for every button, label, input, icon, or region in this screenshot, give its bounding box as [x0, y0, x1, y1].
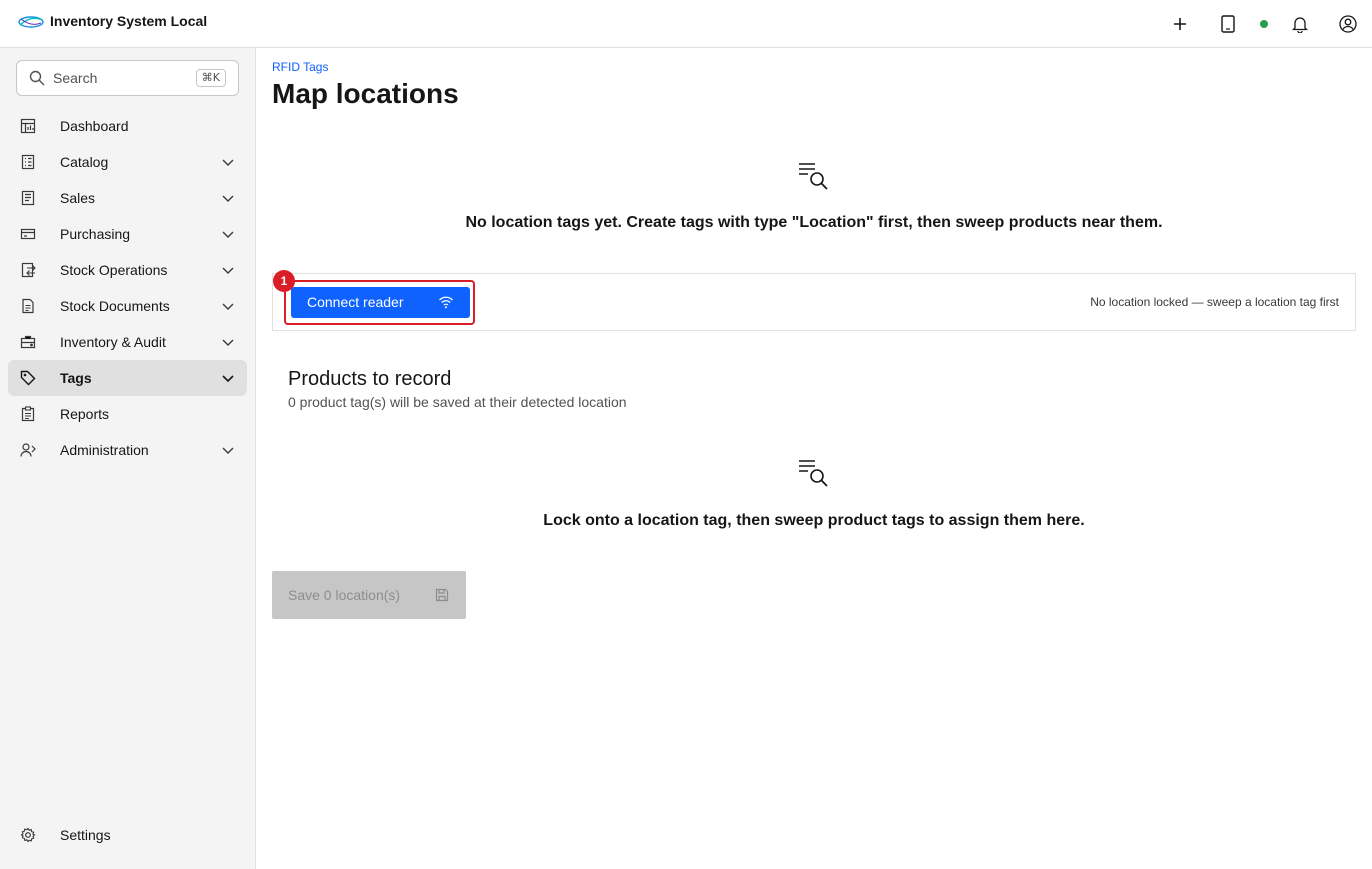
step-badge: 1 [273, 270, 295, 292]
reader-bar: Connect reader 1 No location locked — sw… [272, 270, 1356, 331]
sidebar-item-label: Stock Operations [60, 262, 168, 278]
sidebar-item-label: Inventory & Audit [60, 334, 166, 350]
chevron-down-icon[interactable] [221, 191, 235, 205]
tablet-icon[interactable] [1216, 12, 1240, 36]
reports-icon [21, 406, 35, 422]
breadcrumb[interactable]: RFID Tags [272, 60, 328, 74]
sidebar-item-dashboard[interactable]: Dashboard [8, 108, 247, 144]
sidebar-item-label: Catalog [60, 154, 109, 170]
search-icon [29, 70, 45, 86]
save-icon [435, 588, 449, 602]
products-section-title: Products to record [288, 368, 452, 390]
sidebar-item-label: Administration [60, 442, 149, 458]
sidebar-item-label: Settings [60, 827, 111, 843]
sidebar-item-reports[interactable]: Reports [8, 396, 247, 432]
administration-icon [20, 443, 36, 457]
sidebar-item-purchasing[interactable]: Purchasing [8, 216, 247, 252]
dashboard-icon [20, 118, 36, 134]
sidebar-item-label: Tags [60, 370, 92, 386]
chevron-down-icon[interactable] [221, 227, 235, 241]
connection-status-dot [1260, 20, 1268, 28]
sidebar-item-label: Dashboard [60, 118, 129, 134]
search-placeholder: Search [53, 70, 98, 86]
connect-reader-button[interactable]: Connect reader [291, 287, 470, 318]
app-logo-icon[interactable] [18, 12, 44, 32]
sidebar-item-label: Sales [60, 190, 96, 206]
reader-status-text: No location locked — sweep a location ta… [1090, 295, 1339, 309]
wifi-icon [439, 296, 453, 309]
app-title[interactable]: Inventory System Local [50, 13, 207, 29]
sidebar: Search ⌘K Dashboard Catalog Sales Purcha… [0, 48, 256, 869]
search-shortcut: ⌘K [195, 69, 226, 87]
connect-reader-highlight: Connect reader 1 [273, 270, 475, 325]
sidebar-item-settings[interactable]: Settings [8, 817, 247, 853]
sidebar-item-administration[interactable]: Administration [8, 432, 247, 468]
products-empty-message: Lock onto a location tag, then sweep pro… [543, 512, 1085, 529]
sidebar-item-label: Purchasing [60, 226, 131, 242]
chevron-down-icon[interactable] [221, 371, 235, 385]
sidebar-item-label: Stock Documents [60, 298, 170, 314]
sidebar-item-tags[interactable]: Tags [8, 360, 247, 396]
save-locations-label: Save 0 location(s) [288, 587, 401, 603]
stock-operations-icon [21, 262, 36, 278]
connect-reader-label: Connect reader [307, 294, 404, 310]
sales-icon [21, 190, 35, 206]
search-input[interactable]: Search ⌘K [16, 60, 239, 96]
chevron-down-icon[interactable] [221, 263, 235, 277]
sidebar-item-stock-documents[interactable]: Stock Documents [8, 288, 247, 324]
stock-documents-icon [22, 298, 34, 314]
settings-icon [20, 827, 36, 843]
page-title: Map locations [272, 78, 459, 109]
sidebar-item-catalog[interactable]: Catalog [8, 144, 247, 180]
save-locations-button[interactable]: Save 0 location(s) [272, 571, 466, 619]
top-bar: Inventory System Local [0, 0, 1372, 48]
main-content: RFID Tags Map locations No location tags… [256, 48, 1372, 869]
products-section-subtitle: 0 product tag(s) will be saved at their … [288, 394, 627, 410]
notification-icon[interactable] [1288, 12, 1312, 36]
tag-icon [20, 370, 36, 386]
sidebar-item-label: Reports [60, 406, 110, 422]
empty-search-icon [799, 163, 828, 190]
sidebar-item-inventory-audit[interactable]: Inventory & Audit [8, 324, 247, 360]
empty-search-icon [799, 460, 828, 487]
chevron-down-icon[interactable] [221, 155, 235, 169]
user-avatar-icon[interactable] [1336, 12, 1360, 36]
locations-empty-message: No location tags yet. Create tags with t… [465, 214, 1163, 231]
sidebar-item-sales[interactable]: Sales [8, 180, 247, 216]
add-icon[interactable] [1168, 12, 1192, 36]
chevron-down-icon[interactable] [221, 299, 235, 313]
chevron-down-icon[interactable] [221, 443, 235, 457]
inventory-audit-icon [20, 335, 36, 349]
catalog-icon [21, 154, 35, 170]
purchasing-icon [20, 228, 36, 240]
chevron-down-icon[interactable] [221, 335, 235, 349]
sidebar-item-stock-operations[interactable]: Stock Operations [8, 252, 247, 288]
